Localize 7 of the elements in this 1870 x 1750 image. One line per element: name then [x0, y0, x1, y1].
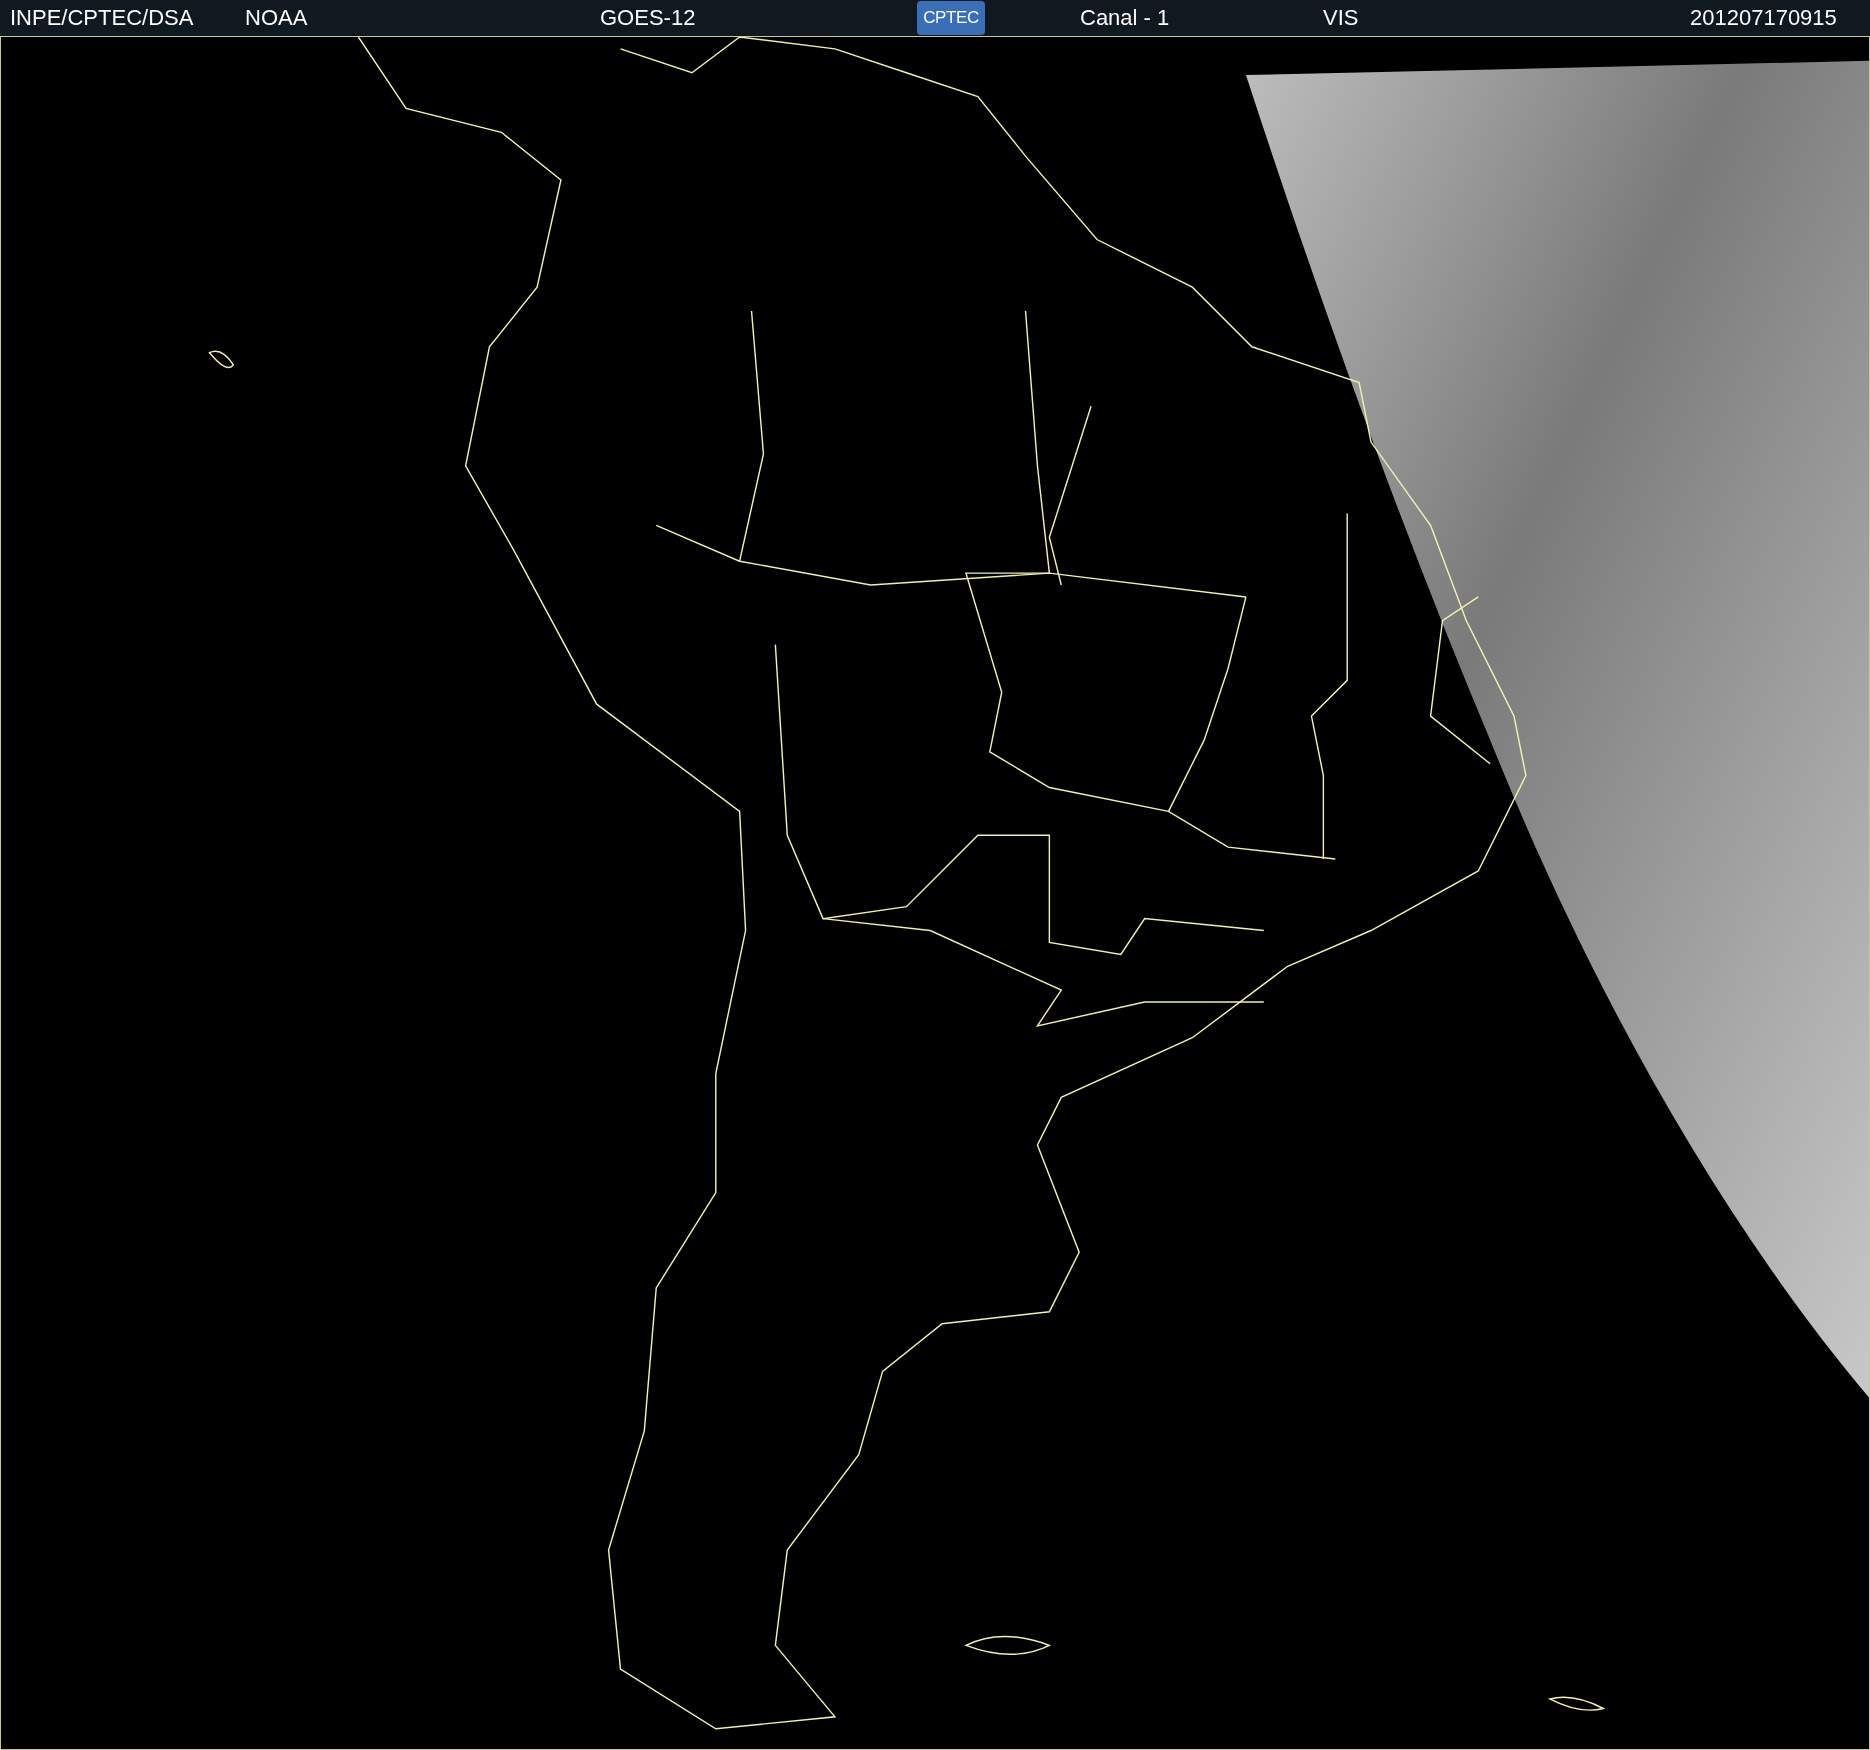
logo: CPTEC: [917, 1, 985, 35]
header-label: INPE/CPTEC/DSA: [10, 7, 194, 29]
header-label: VIS: [1323, 7, 1359, 29]
header-label: 201207170915: [1690, 7, 1837, 29]
header-label: NOAA: [245, 7, 308, 29]
header-label: Canal - 1: [1080, 7, 1170, 29]
header-label: GOES-12: [600, 7, 696, 29]
